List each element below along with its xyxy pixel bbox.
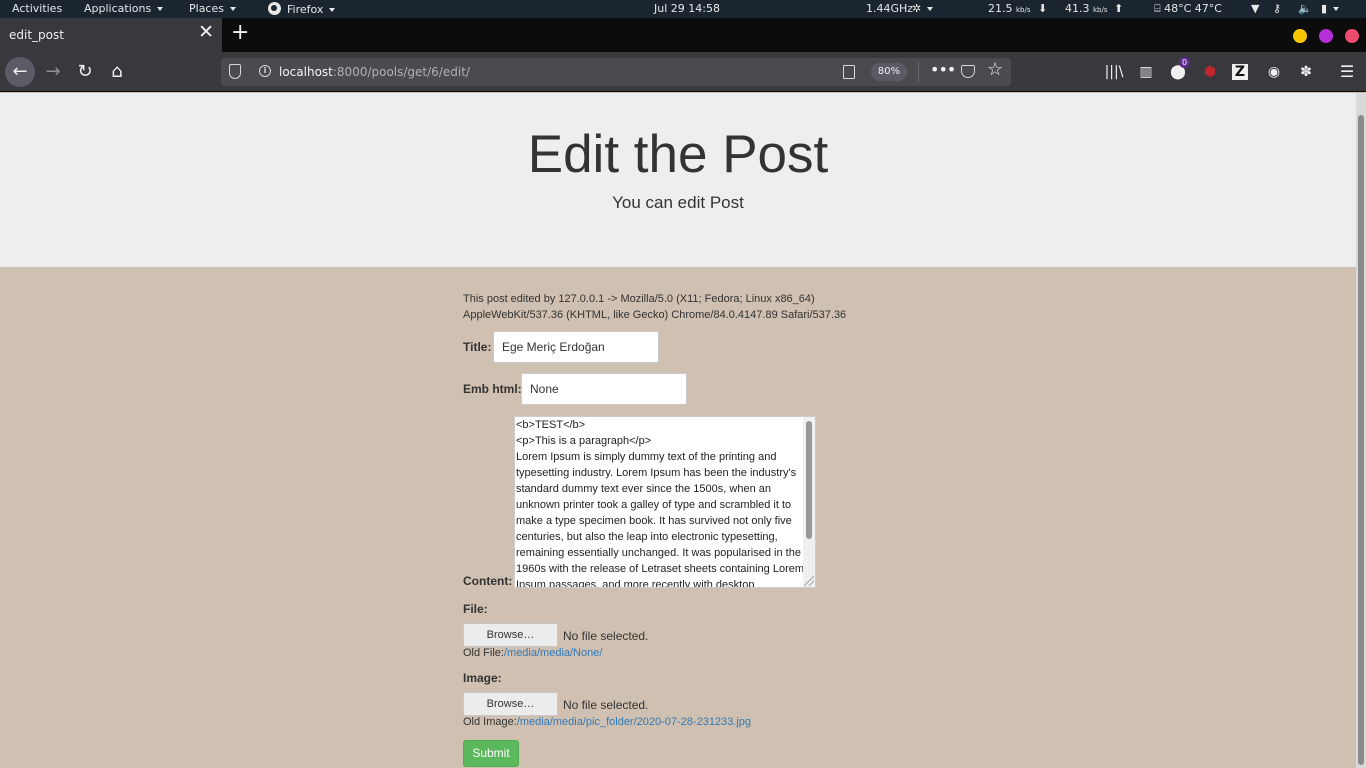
emb-html-input[interactable] [521, 373, 687, 405]
firefox-icon [268, 2, 281, 15]
tab-strip: edit_post ✕ + [0, 18, 1366, 52]
volume-icon[interactable]: 🔈 [1298, 2, 1312, 15]
textarea-scrollbar-thumb[interactable] [806, 421, 812, 539]
pocket-icon[interactable] [961, 65, 975, 78]
page-scrollbar-thumb[interactable] [1358, 115, 1364, 765]
content-textarea-text[interactable]: <b>TEST</b> <p>This is a paragraph</p> L… [515, 417, 805, 587]
activities-button[interactable]: Activities [12, 2, 62, 15]
emb-html-label: Emb html: [463, 382, 522, 396]
battery-icon[interactable]: ▮ [1321, 2, 1340, 15]
textarea-scrollbar[interactable] [803, 417, 815, 587]
tracking-protection-shield-icon[interactable] [229, 64, 241, 79]
hamburger-menu-icon[interactable]: ☰ [1337, 62, 1357, 82]
tab-title: edit_post [9, 28, 64, 42]
forward-arrow-icon[interactable]: → [38, 57, 68, 87]
urlbar-separator [918, 62, 919, 82]
page-subtitle: You can edit Post [612, 193, 744, 212]
resize-grip-icon[interactable] [804, 576, 814, 586]
close-tab-icon[interactable]: ✕ [198, 23, 214, 42]
site-info-icon[interactable]: i [259, 65, 271, 77]
image-browse-button[interactable]: Browse… [463, 692, 558, 716]
zotero-icon[interactable]: Z [1232, 64, 1248, 80]
upload-arrow-icon: ⬆ [1114, 2, 1124, 15]
download-arrow-icon: ⬇ [1038, 2, 1048, 15]
old-image-link[interactable]: /media/media/pic_folder/2020-07-28-23123… [517, 716, 751, 728]
reload-icon[interactable]: ↻ [70, 57, 100, 87]
applications-menu-label: Applications [84, 2, 152, 15]
file-browse-button[interactable]: Browse… [463, 623, 558, 647]
page-actions-more-icon[interactable]: ••• [930, 60, 956, 79]
file-status-text: No file selected. [563, 629, 649, 643]
places-menu-label: Places [189, 2, 224, 15]
cpu-indicator-icon[interactable]: ✲ [912, 2, 934, 15]
back-arrow-icon[interactable]: ← [5, 57, 35, 87]
notification-badge: 0 [1179, 57, 1191, 68]
file-label: File: [463, 602, 488, 616]
old-image-line: Old Image:/media/media/pic_folder/2020-0… [463, 716, 751, 728]
chevron-down-icon [329, 8, 336, 12]
zoom-level-button[interactable]: 80% [871, 63, 907, 81]
content-textarea[interactable]: <b>TEST</b> <p>This is a paragraph</p> L… [514, 416, 816, 588]
title-label: Title: [463, 340, 492, 354]
window-close-button[interactable] [1345, 29, 1359, 43]
tab-edit-post[interactable]: edit_post ✕ [0, 18, 222, 52]
places-menu[interactable]: Places [189, 2, 236, 15]
page-header: Edit the Post You can edit Post [0, 93, 1356, 267]
reader-view-icon[interactable] [843, 65, 855, 79]
window-maximize-button[interactable] [1319, 29, 1333, 43]
url-text[interactable]: localhost:8000/pools/get/6/edit/ [279, 65, 470, 79]
net-upload-speed: 41.3 kb/s [1065, 2, 1108, 15]
ublock-origin-icon[interactable]: ⬢ [1200, 62, 1220, 82]
old-image-label: Old Image: [463, 716, 517, 728]
key-icon[interactable]: ⚷ [1273, 2, 1281, 15]
applications-menu[interactable]: Applications [84, 2, 164, 15]
net-download-speed: 21.5 kb/s [988, 2, 1031, 15]
account-icon[interactable]: ◉ [1264, 62, 1284, 82]
image-status-text: No file selected. [563, 698, 649, 712]
navigation-toolbar: ← → ↻ ⌂ i localhost:8000/pools/get/6/edi… [0, 52, 1366, 92]
title-input[interactable] [493, 331, 659, 363]
net-download-unit: kb/s [1016, 6, 1031, 14]
url-path: :8000/pools/get/6/edit/ [332, 65, 470, 79]
temperature-readout: ⌸ 48°C 47°C [1154, 2, 1222, 16]
chevron-down-icon [157, 7, 164, 11]
content-label: Content: [463, 574, 513, 588]
library-icon[interactable]: |||\ [1104, 62, 1124, 82]
sidebar-icon[interactable]: ▥ [1136, 62, 1156, 82]
old-file-link[interactable]: /media/media/None/ [504, 647, 602, 659]
old-file-line: Old File:/media/media/None/ [463, 647, 602, 659]
new-tab-icon[interactable]: + [231, 20, 249, 45]
thermometer-icon: ⌸ [1154, 2, 1161, 15]
net-upload-value: 41.3 [1065, 2, 1090, 15]
image-label: Image: [463, 671, 502, 685]
cpu-frequency: 1.44GHz [866, 2, 914, 15]
chevron-down-icon [1333, 7, 1340, 11]
url-host: localhost [279, 65, 333, 79]
system-top-bar: Activities Applications Places Firefox J… [0, 0, 1366, 18]
chevron-down-icon [927, 7, 934, 11]
chevron-down-icon [229, 7, 236, 11]
edit-info-text: This post edited by 127.0.0.1 -> Mozilla… [463, 293, 847, 321]
gnome-extension-icon[interactable]: ✽ [1296, 62, 1316, 82]
clock[interactable]: Jul 29 14:58 [654, 2, 720, 15]
url-bar[interactable]: i localhost:8000/pools/get/6/edit/ 80% •… [221, 58, 1011, 86]
firefox-app-menu[interactable]: Firefox [268, 2, 336, 16]
wifi-icon[interactable]: ▼ [1251, 2, 1259, 15]
extension-notification-icon[interactable]: ⬤ 0 [1168, 57, 1191, 82]
firefox-app-menu-label: Firefox [287, 3, 324, 16]
old-file-label: Old File: [463, 647, 504, 659]
submit-button[interactable]: Submit [463, 740, 519, 767]
net-upload-unit: kb/s [1093, 6, 1108, 14]
temperature-values: 48°C 47°C [1164, 2, 1222, 15]
page-title: Edit the Post [527, 125, 829, 184]
bookmark-star-icon[interactable]: ☆ [987, 59, 1003, 80]
net-download-value: 21.5 [988, 2, 1013, 15]
home-icon[interactable]: ⌂ [102, 57, 132, 87]
page-scrollbar[interactable] [1356, 93, 1366, 768]
window-minimize-button[interactable] [1293, 29, 1307, 43]
